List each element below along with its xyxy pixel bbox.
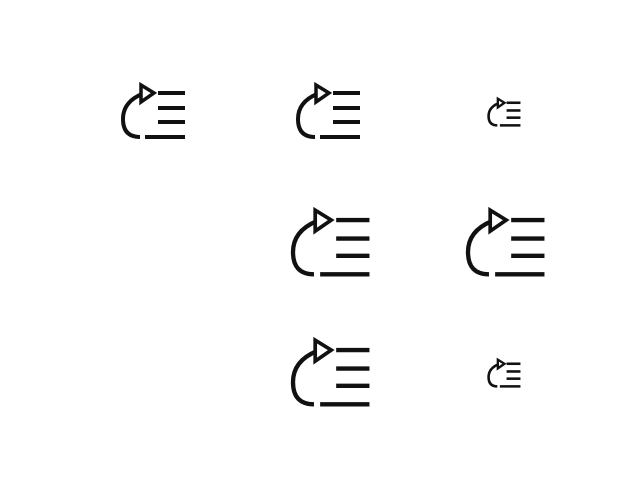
redo-list-icon [486, 357, 522, 388]
redo-list-icon [486, 96, 522, 127]
redo-list-icon [286, 204, 374, 278]
redo-list-icon [461, 204, 549, 278]
redo-list-icon [293, 80, 363, 140]
redo-list-icon [286, 334, 374, 408]
redo-list-icon [118, 80, 188, 140]
